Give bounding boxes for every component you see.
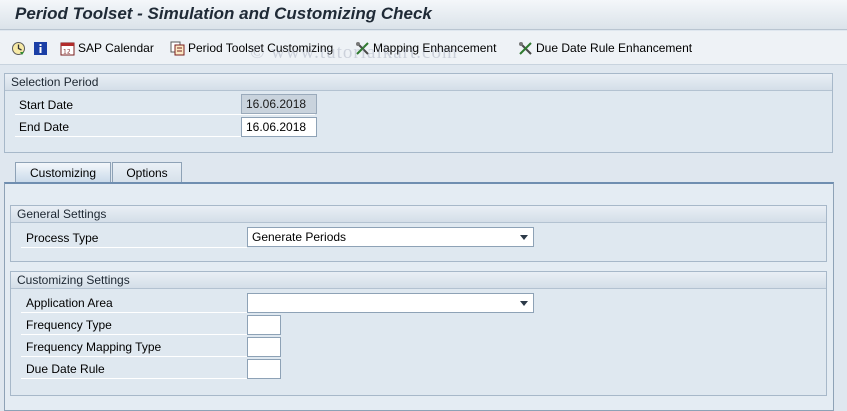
selection-period-title: Selection Period (5, 74, 832, 91)
customizing-settings-group: Customizing Settings Application Area Fr… (10, 271, 827, 396)
execute-clock-icon (11, 41, 26, 56)
dropdown-arrow-icon[interactable] (520, 301, 528, 306)
process-type-row: Process Type (21, 228, 247, 248)
application-area-row: Application Area (21, 293, 247, 313)
application-area-label: Application Area (26, 296, 113, 310)
frequency-type-field[interactable] (247, 315, 281, 335)
general-settings-group: General Settings Process Type Generate P… (10, 205, 827, 262)
application-area-dropdown[interactable] (247, 293, 534, 313)
frequency-type-row: Frequency Type (21, 315, 247, 335)
mapping-enhancement-label: Mapping Enhancement (373, 41, 497, 55)
info-icon (33, 41, 48, 56)
frequency-type-label: Frequency Type (26, 318, 112, 332)
process-type-label: Process Type (26, 231, 99, 245)
execute-button[interactable] (11, 39, 26, 57)
frequency-mapping-type-row: Frequency Mapping Type (21, 337, 247, 357)
due-date-rule-enhancement-label: Due Date Rule Enhancement (536, 41, 693, 55)
tab-customizing[interactable]: Customizing (15, 162, 111, 183)
tab-options[interactable]: Options (112, 162, 182, 183)
start-date-label: Start Date (19, 98, 74, 112)
frequency-mapping-type-field[interactable] (247, 337, 281, 357)
start-date-field[interactable] (241, 94, 317, 114)
sap-calendar-label: SAP Calendar (78, 41, 154, 55)
sap-calendar-button[interactable]: 12 SAP Calendar (60, 39, 154, 57)
due-date-rule-label: Due Date Rule (26, 362, 105, 376)
due-date-rule-enhancement-button[interactable]: Due Date Rule Enhancement (518, 39, 692, 57)
customizing-settings-title: Customizing Settings (11, 272, 826, 289)
mapping-enhancement-button[interactable]: Mapping Enhancement (355, 39, 496, 57)
due-date-rule-row: Due Date Rule (21, 359, 247, 379)
selection-period-group: Selection Period Start Date End Date (4, 73, 833, 153)
page-title: Period Toolset - Simulation and Customiz… (15, 4, 432, 23)
frequency-mapping-type-label: Frequency Mapping Type (26, 340, 162, 354)
calendar-icon: 12 (60, 41, 75, 56)
title-bar: Period Toolset - Simulation and Customiz… (0, 0, 847, 30)
general-settings-title: General Settings (11, 206, 826, 223)
process-type-dropdown[interactable]: Generate Periods (247, 227, 534, 247)
end-date-field[interactable] (241, 117, 317, 137)
application-toolbar: 12 SAP Calendar Period Toolset Customizi… (0, 31, 847, 65)
dropdown-arrow-icon[interactable] (520, 235, 528, 240)
due-date-rule-field[interactable] (247, 359, 281, 379)
tools-icon (355, 41, 370, 56)
info-button[interactable] (33, 39, 48, 57)
svg-text:12: 12 (63, 48, 71, 55)
period-toolset-customizing-label: Period Toolset Customizing (188, 41, 334, 55)
process-type-value: Generate Periods (252, 230, 347, 244)
period-toolset-customizing-button[interactable]: Period Toolset Customizing (170, 39, 333, 57)
tools-icon (518, 41, 533, 56)
customizing-icon (170, 41, 185, 56)
end-date-label: End Date (19, 120, 70, 134)
